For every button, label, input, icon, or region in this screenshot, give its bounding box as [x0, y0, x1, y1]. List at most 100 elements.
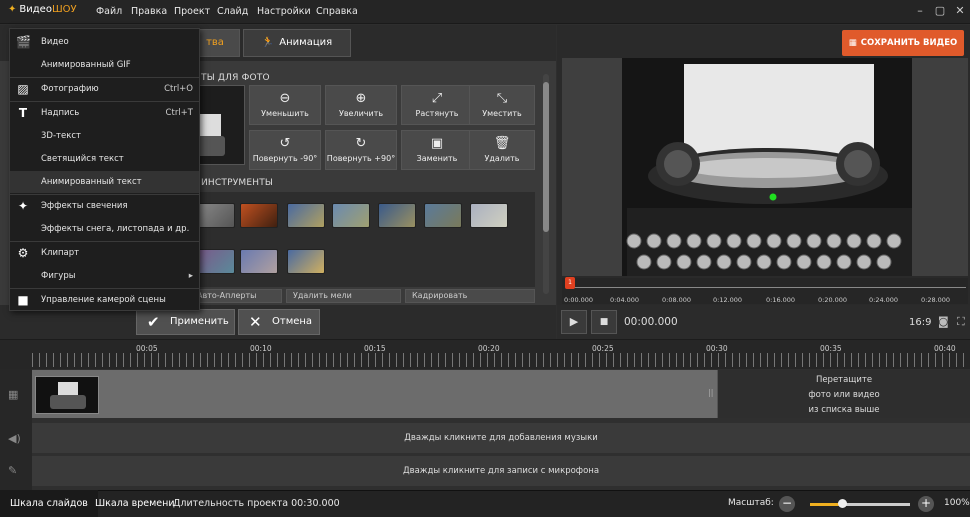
typewriter-image [622, 58, 912, 276]
minimize-icon[interactable]: – [912, 3, 928, 19]
menu-item-glow-text[interactable]: Светящийся текст [10, 148, 199, 170]
timeline-tick: 00:25 [592, 344, 614, 353]
filter-thumb[interactable] [240, 203, 278, 228]
preview-stage[interactable] [622, 58, 912, 276]
timeline-tick: 00:40 [934, 344, 956, 353]
speaker-icon: ◀) [8, 432, 21, 445]
cancel-button[interactable]: ✕ Отмена [238, 309, 320, 335]
filter-thumb[interactable] [287, 203, 325, 228]
tool-delete[interactable]: 🗑 Удалить [469, 130, 535, 170]
menu-item-glow-effects[interactable]: ✦ Эффекты свечения [10, 195, 199, 217]
ruler-tick: 0:24.000 [869, 296, 899, 304]
zoom-out-button[interactable]: − [779, 496, 795, 512]
timeline-tick: 00:05 [136, 344, 158, 353]
clip-paper [58, 382, 78, 396]
tool-stretch[interactable]: ⤢ Растянуть [401, 85, 473, 125]
app-logo: ✦ ВидеоШОУ [8, 4, 77, 15]
menu-edit[interactable]: Правка [131, 6, 167, 17]
music-track[interactable]: Дважды кликните для добавления музыки [32, 423, 970, 453]
zoom-slider-handle[interactable] [838, 499, 847, 508]
app-title-prefix: Видео [19, 4, 52, 15]
fit-icon: ⤡ [496, 91, 508, 106]
tool-remove-noise[interactable]: Удалить мели [286, 289, 401, 303]
running-man-icon: 🏃 [261, 37, 275, 48]
replace-image-icon: ▣ [430, 136, 444, 151]
video-icon: 🎬 [16, 35, 31, 49]
tool-replace[interactable]: ▣ Заменить [401, 130, 473, 170]
close-icon: ✕ [249, 313, 262, 331]
menu-item-video[interactable]: 🎬 Видео [10, 31, 199, 53]
menu-item-snow-effects[interactable]: Эффекты снега, листопада и др. [10, 218, 199, 240]
film-strip-icon: ▦ [8, 388, 19, 401]
filter-thumb[interactable] [287, 249, 325, 274]
tool-crop[interactable]: Кадрировать [405, 289, 535, 303]
menu-project[interactable]: Проект [174, 6, 210, 17]
rotate-left-icon: ↺ [279, 136, 291, 151]
menu-item-text[interactable]: T Надпись Ctrl+T [10, 102, 199, 124]
menu-help[interactable]: Справка [316, 6, 358, 17]
tool-auto-contrast[interactable]: Авто-Аплерты [190, 289, 282, 303]
tool-fit[interactable]: ⤡ Уместить [469, 85, 535, 125]
ruler-tick: 0:08.000 [662, 296, 692, 304]
stretch-icon: ⤢ [431, 91, 443, 106]
menu-item-photo[interactable]: ▨ Фотографию Ctrl+O [10, 78, 199, 100]
slide-clip[interactable] [35, 376, 99, 414]
filter-thumb[interactable] [424, 203, 462, 228]
tools-scrollbar-thumb[interactable] [543, 82, 549, 232]
menu-settings[interactable]: Настройки [257, 6, 311, 17]
close-icon[interactable]: ✕ [952, 3, 968, 19]
tool-rotate-right[interactable]: ↻ Повернуть +90° [325, 130, 397, 170]
ruler-tick: 0:12.000 [713, 296, 743, 304]
snapshot-icon[interactable]: ◙ [938, 315, 949, 328]
app-title-suffix: ШОУ [51, 4, 77, 15]
aspect-ratio[interactable]: 16:9 [909, 317, 931, 328]
tab-animation[interactable]: 🏃 Анимация [243, 29, 351, 57]
save-video-button[interactable]: ▦ СОХРАНИТЬ ВИДЕО [842, 30, 964, 56]
menu-item-camera[interactable]: ■ Управление камерой сцены [10, 289, 199, 311]
camera-icon: ■ [17, 293, 29, 307]
clip-typewriter [50, 395, 86, 409]
filter-thumb[interactable] [197, 203, 235, 228]
menu-item-clipart[interactable]: ⚙ Клипарт [10, 242, 199, 264]
menu-slide[interactable]: Слайд [217, 6, 248, 17]
filter-thumb[interactable] [240, 249, 278, 274]
microphone-track[interactable]: Дважды кликните для записи с микрофона [32, 456, 970, 486]
filter-thumb[interactable] [378, 203, 416, 228]
stop-button[interactable]: ■ [591, 310, 617, 334]
tab-timeline-scale[interactable]: Шкала времени [85, 490, 185, 517]
timeline-tick: 00:20 [478, 344, 500, 353]
maximize-icon[interactable]: ▢ [932, 3, 948, 19]
timecode: 00:00.000 [624, 316, 678, 328]
clip-resize-handle[interactable]: || [708, 388, 713, 397]
text-icon: T [18, 106, 28, 120]
tool-zoom-out[interactable]: ⊖ Уменьшить [249, 85, 321, 125]
menu-item-animated-text[interactable]: Анимированный текст [10, 171, 199, 193]
ruler-tick: 0:16.000 [766, 296, 796, 304]
video-track[interactable] [32, 370, 717, 418]
playhead-marker[interactable]: 1 [565, 277, 575, 289]
project-duration: Длительность проекта 00:30.000 [173, 498, 340, 509]
preview-ruler-line [570, 287, 966, 288]
timeline-tick: 00:15 [364, 344, 386, 353]
filter-thumb[interactable] [470, 203, 508, 228]
tab-slides-scale[interactable]: Шкала слайдов [0, 490, 98, 517]
menu-item-shapes[interactable]: Фигуры ▸ [10, 265, 199, 287]
trash-icon: 🗑 [493, 136, 511, 151]
drop-zone[interactable]: Перетащите фото или видео из списка выше [717, 370, 970, 418]
timeline-tick: 00:10 [250, 344, 272, 353]
tool-zoom-in[interactable]: ⊕ Увеличить [325, 85, 397, 125]
play-button[interactable]: ▶ [561, 310, 587, 334]
menu-item-3d-text[interactable]: 3D-текст [10, 125, 199, 147]
ruler-tick: 0:28.000 [921, 296, 951, 304]
filter-thumb[interactable] [332, 203, 370, 228]
tool-rotate-left[interactable]: ↺ Повернуть -90° [249, 130, 321, 170]
zoom-in-button[interactable]: + [918, 496, 934, 512]
photo-icon: ▨ [17, 82, 29, 96]
filter-thumb[interactable] [197, 249, 235, 274]
menu-file[interactable]: Файл [96, 6, 122, 17]
menu-item-gif[interactable]: Анимированный GIF [10, 54, 199, 76]
photo-section-header: ТЫ ДЛЯ ФОТО [201, 73, 270, 83]
zoom-out-icon: ⊖ [279, 91, 291, 106]
fullscreen-icon[interactable]: ⛶ [957, 315, 965, 329]
apply-button[interactable]: ✔ Применить [136, 309, 235, 335]
